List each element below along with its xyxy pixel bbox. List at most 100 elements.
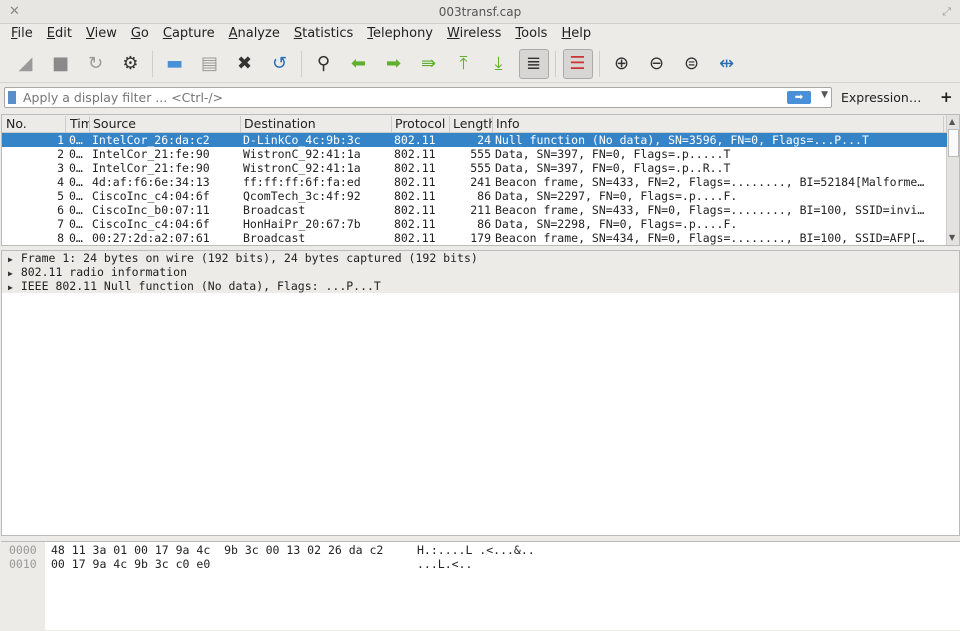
zoom-in-icon: ⊕ (613, 53, 630, 74)
cell-no: 5 (57, 189, 64, 203)
menu-go[interactable]: Go (124, 24, 156, 44)
menu-capture[interactable]: Capture (156, 24, 222, 44)
hex-bytes[interactable]: 48 11 3a 01 00 17 9a 4c 9b 3c 00 13 02 2… (51, 543, 383, 557)
zoom-out-button[interactable]: ⊖ (642, 49, 672, 79)
first-packet-button[interactable]: ⤒ (449, 49, 479, 79)
title-bar: ✕ 003transf.cap ⤢ (0, 0, 960, 24)
close-file-button[interactable]: ✖ (230, 49, 260, 79)
go-back-button[interactable]: ⬅ (344, 49, 374, 79)
first-packet-icon: ⤒ (459, 53, 468, 74)
column-header-length[interactable]: Length (451, 116, 493, 133)
packet-list-header: No.TimeSourceDestinationProtocolLengthIn… (2, 115, 947, 133)
close-window-icon[interactable]: ✕ (9, 0, 20, 24)
cell-info: Data, SN=397, FN=0, Flags=.p..R..T (495, 161, 731, 175)
cell-time: 0… (69, 175, 83, 189)
column-header-source[interactable]: Source (91, 116, 241, 133)
detail-tree-item[interactable]: ▶ IEEE 802.11 Null function (No data), Fl… (2, 279, 959, 293)
cell-source: IntelCor_21:fe:90 (92, 147, 210, 161)
go-forward-icon: ➡ (385, 53, 402, 74)
packet-row[interactable]: 5 0… CiscoInc_c4:04:6f QcomTech_3c:4f:92 802… (2, 189, 947, 203)
apply-filter-button[interactable]: ➡ (787, 91, 811, 104)
detail-tree-item[interactable]: ▶ Frame 1: 24 bytes on wire (192 bits), 2… (2, 251, 959, 265)
expression-button[interactable]: Expression… (841, 90, 921, 105)
cell-destination: Broadcast (243, 231, 306, 245)
packet-row[interactable]: 3 0… IntelCor_21:fe:90 WistronC_92:41:1a 802… (2, 161, 947, 175)
maximize-icon[interactable]: ⤢ (942, 0, 951, 24)
cell-no: 4 (57, 175, 64, 189)
filter-history-dropdown[interactable]: ▼ (821, 90, 828, 100)
go-to-packet-button[interactable]: ⇛ (414, 49, 444, 79)
column-header-protocol[interactable]: Protocol (393, 116, 450, 133)
packet-row[interactable]: 1 0… IntelCor_26:da:c2 D-LinkCo_4c:9b:3c 802… (2, 133, 947, 147)
go-to-packet-icon: ⇛ (420, 53, 437, 74)
scroll-up-icon[interactable]: ▲ (949, 117, 955, 126)
cell-info: Data, SN=2297, FN=0, Flags=.p....F. (495, 189, 738, 203)
last-packet-button[interactable]: ⤓ (484, 49, 514, 79)
cell-info: Data, SN=2298, FN=0, Flags=.p....F. (495, 217, 738, 231)
display-filter-input[interactable] (23, 89, 783, 106)
colorize-button[interactable]: ☰ (562, 48, 593, 79)
hex-ascii[interactable]: H.:....L .<...&.. (417, 543, 535, 557)
menu-wireless[interactable]: Wireless (440, 24, 508, 44)
packet-row[interactable]: 6 0… CiscoInc_b0:07:11 Broadcast 802.11 211 Be… (2, 203, 947, 217)
reload-file-button[interactable]: ↺ (265, 49, 295, 79)
save-file-button[interactable]: ▤ (195, 49, 225, 79)
cell-source: CiscoInc_b0:07:11 (92, 203, 210, 217)
column-header-info[interactable]: Info (494, 116, 944, 133)
expand-arrow-icon[interactable]: ▶ (8, 281, 13, 295)
shark-fin-start-button[interactable]: ◢ (11, 49, 41, 79)
cell-protocol: 802.11 (394, 161, 436, 175)
autoscroll-button[interactable]: ≣ (518, 48, 549, 79)
bookmark-icon[interactable] (8, 91, 16, 104)
cell-destination: D-LinkCo_4c:9b:3c (243, 133, 361, 147)
menu-edit[interactable]: Edit (40, 24, 79, 44)
menu-help[interactable]: Help (554, 24, 598, 44)
packet-row[interactable]: 7 0… CiscoInc_c4:04:6f HonHaiPr_20:67:7b 802… (2, 217, 947, 231)
menu-statistics[interactable]: Statistics (287, 24, 360, 44)
stop-button[interactable]: ■ (46, 49, 76, 79)
go-forward-button[interactable]: ➡ (379, 49, 409, 79)
toolbar-separator (152, 50, 153, 77)
window-title: 003transf.cap (438, 5, 522, 19)
packet-list-scrollbar[interactable]: ▲ ▼ (946, 115, 959, 245)
detail-tree-item[interactable]: ▶ 802.11 radio information (2, 265, 959, 279)
normal-size-button[interactable]: ⊜ (677, 49, 707, 79)
add-filter-button[interactable]: + (940, 88, 953, 106)
cell-info: Data, SN=397, FN=0, Flags=.p.....T (495, 147, 731, 161)
menu-telephony[interactable]: Telephony (360, 24, 440, 44)
detail-text: 802.11 radio information (20, 265, 187, 279)
hex-ascii[interactable]: ...L.<.. (417, 557, 472, 571)
menu-file[interactable]: File (4, 24, 40, 44)
packet-row[interactable]: 4 0… 4d:af:f6:6e:34:13 ff:ff:ff:6f:fa:ed 802… (2, 175, 947, 189)
cell-source: 4d:af:f6:6e:34:13 (92, 175, 210, 189)
hex-offset: 0000 (9, 543, 37, 557)
scroll-down-icon[interactable]: ▼ (949, 233, 955, 242)
cell-protocol: 802.11 (394, 231, 436, 245)
cell-destination: HonHaiPr_20:67:7b (243, 217, 361, 231)
column-header-time[interactable]: Time (68, 116, 90, 133)
column-header-destination[interactable]: Destination (242, 116, 392, 133)
cell-destination: QcomTech_3c:4f:92 (243, 189, 361, 203)
resize-columns-button[interactable]: ⇹ (712, 49, 742, 79)
find-packet-button[interactable]: ⚲ (309, 49, 339, 79)
packet-row[interactable]: 2 0… IntelCor_21:fe:90 WistronC_92:41:1a 802… (2, 147, 947, 161)
stop-icon: ■ (51, 53, 69, 74)
hex-bytes[interactable]: 00 17 9a 4c 9b 3c c0 e0 (51, 557, 210, 571)
close-file-icon: ✖ (236, 53, 253, 74)
capture-options-gear-button[interactable]: ⚙ (116, 49, 146, 79)
column-header-no[interactable]: No. (4, 116, 66, 133)
zoom-in-button[interactable]: ⊕ (607, 49, 637, 79)
scrollbar-thumb[interactable] (948, 129, 959, 157)
resize-columns-icon: ⇹ (718, 53, 735, 74)
cell-length: 555 (470, 147, 491, 161)
packet-row[interactable]: 8 0… 00:27:2d:a2:07:61 Broadcast 802.11 179 Be… (2, 231, 947, 245)
cell-time: 0… (69, 147, 83, 161)
menu-view[interactable]: View (79, 24, 124, 44)
menu-tools[interactable]: Tools (508, 24, 554, 44)
menu-analyze[interactable]: Analyze (222, 24, 287, 44)
restart-button[interactable]: ↻ (81, 49, 111, 79)
cell-length: 86 (477, 217, 491, 231)
detail-text: IEEE 802.11 Null function (No data), Fla… (20, 279, 381, 293)
normal-size-icon: ⊜ (683, 53, 700, 74)
open-folder-button[interactable]: ▬ (160, 49, 190, 79)
